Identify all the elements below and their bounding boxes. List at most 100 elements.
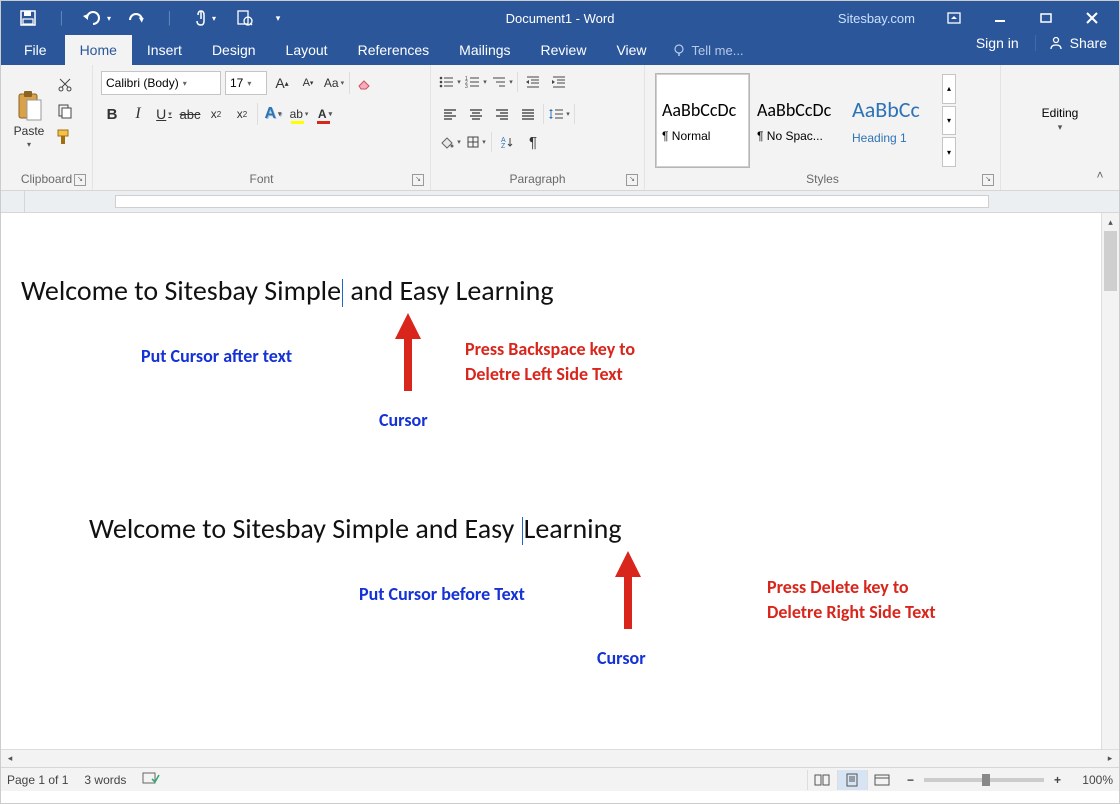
font-family-combo[interactable]: Calibri (Body)▾: [101, 71, 221, 95]
zoom-in-button[interactable]: +: [1050, 773, 1065, 787]
scroll-left-button[interactable]: ◂: [1, 753, 19, 764]
zoom-out-button[interactable]: −: [903, 773, 918, 787]
font-color-button[interactable]: A▾: [314, 103, 336, 125]
paragraph-dialog-launcher[interactable]: ↘: [626, 174, 638, 186]
horizontal-ruler[interactable]: [115, 195, 989, 208]
tab-references[interactable]: References: [343, 35, 445, 65]
align-right-button[interactable]: [491, 103, 513, 125]
borders-button[interactable]: ▾: [465, 131, 487, 153]
print-layout-button[interactable]: [837, 770, 867, 790]
align-left-button[interactable]: [439, 103, 461, 125]
text-effects-button[interactable]: A▾: [262, 103, 284, 125]
subscript-button[interactable]: x2: [205, 103, 227, 125]
print-preview-button[interactable]: [225, 4, 263, 32]
strikethrough-button[interactable]: abc: [179, 103, 201, 125]
zoom-slider-knob[interactable]: [982, 774, 990, 786]
tab-review[interactable]: Review: [526, 35, 602, 65]
share-button[interactable]: Share: [1035, 35, 1119, 51]
show-paragraph-marks-button[interactable]: ¶: [522, 131, 544, 153]
qat-separator: │: [49, 4, 75, 32]
increase-indent-button[interactable]: [548, 71, 570, 93]
multilevel-list-button[interactable]: ▾: [491, 71, 513, 93]
zoom-slider[interactable]: [924, 778, 1044, 782]
superscript-button[interactable]: x2: [231, 103, 253, 125]
lightbulb-icon: [672, 43, 686, 57]
collapse-ribbon-button[interactable]: ˄: [1087, 164, 1113, 186]
tab-home[interactable]: Home: [65, 35, 132, 65]
style-normal[interactable]: AaBbCcDc ¶ Normal: [655, 73, 750, 168]
cut-button[interactable]: [55, 75, 75, 95]
font-size-combo[interactable]: 17▾: [225, 71, 267, 95]
editing-menu[interactable]: Editing ▾: [1030, 69, 1090, 170]
font-group-label: Font: [249, 172, 273, 186]
tab-design[interactable]: Design: [197, 35, 271, 65]
ribbon: Paste ▾ Clipboard↘ Calibri (Body)▾ 17▾ A…: [1, 65, 1119, 191]
decrease-indent-button[interactable]: [522, 71, 544, 93]
styles-dialog-launcher[interactable]: ↘: [982, 174, 994, 186]
clipboard-dialog-launcher[interactable]: ↘: [74, 174, 86, 186]
tab-view[interactable]: View: [601, 35, 661, 65]
qat-dropdown[interactable]: ▾: [265, 4, 291, 32]
horizontal-scrollbar[interactable]: ◂ ▸: [1, 749, 1119, 767]
gallery-scroll-down[interactable]: ▾: [942, 106, 956, 136]
spell-check-icon[interactable]: [142, 771, 160, 788]
justify-button[interactable]: [517, 103, 539, 125]
change-case-button[interactable]: Aa▾: [323, 72, 345, 94]
highlight-button[interactable]: ab▾: [288, 103, 310, 125]
svg-text:3: 3: [465, 84, 468, 89]
svg-text:1: 1: [465, 76, 468, 82]
shrink-font-button[interactable]: A▾: [297, 72, 319, 94]
align-center-button[interactable]: [465, 103, 487, 125]
style-name: ¶ Normal: [662, 129, 743, 143]
close-button[interactable]: [1069, 2, 1115, 34]
tab-insert[interactable]: Insert: [132, 35, 197, 65]
paragraph-group-label: Paragraph: [509, 172, 565, 186]
numbering-button[interactable]: 123▾: [465, 71, 487, 93]
read-mode-button[interactable]: [807, 770, 837, 790]
word-count[interactable]: 3 words: [84, 773, 126, 787]
redo-button[interactable]: [117, 4, 155, 32]
tab-file[interactable]: File: [9, 35, 65, 65]
gallery-scroll-up[interactable]: ▴: [942, 74, 956, 104]
grow-font-button[interactable]: A▴: [271, 72, 293, 94]
sort-button[interactable]: AZ: [496, 131, 518, 153]
scroll-right-button[interactable]: ▸: [1101, 753, 1119, 764]
page-count[interactable]: Page 1 of 1: [7, 773, 68, 787]
document-canvas[interactable]: Welcome to Sitesbay Simple and Easy Lear…: [1, 213, 1101, 749]
tab-layout[interactable]: Layout: [271, 35, 343, 65]
annotation-put-cursor-before: Put Cursor before Text: [359, 583, 525, 605]
vertical-scrollbar[interactable]: ▴ ▾: [1101, 213, 1119, 767]
minimize-button[interactable]: [977, 2, 1023, 34]
zoom-controls: − + 100%: [903, 773, 1113, 787]
line-spacing-button[interactable]: ▾: [548, 103, 570, 125]
style-heading-1[interactable]: AaBbCc Heading 1: [845, 73, 940, 168]
maximize-button[interactable]: [1023, 2, 1069, 34]
font-dialog-launcher[interactable]: ↘: [412, 174, 424, 186]
tab-selector[interactable]: [1, 191, 25, 212]
paste-button[interactable]: Paste ▾: [7, 69, 51, 170]
format-painter-button[interactable]: [55, 127, 75, 147]
zoom-level[interactable]: 100%: [1071, 773, 1113, 787]
clear-formatting-button[interactable]: [354, 72, 376, 94]
ribbon-display-options-button[interactable]: [931, 2, 977, 34]
tab-mailings[interactable]: Mailings: [444, 35, 525, 65]
text-after-cursor-2: Learning: [524, 511, 622, 546]
save-button[interactable]: [9, 4, 47, 32]
style-name: Heading 1: [852, 131, 933, 145]
tell-me-search[interactable]: Tell me...: [662, 35, 754, 65]
italic-button[interactable]: I: [127, 103, 149, 125]
touch-mode-button[interactable]: ▾: [185, 4, 223, 32]
bold-button[interactable]: B: [101, 103, 123, 125]
style-no-spacing[interactable]: AaBbCcDc ¶ No Spac...: [750, 73, 845, 168]
bullets-button[interactable]: ▾: [439, 71, 461, 93]
shading-button[interactable]: ▾: [439, 131, 461, 153]
web-layout-button[interactable]: [867, 770, 897, 790]
sign-in-button[interactable]: Sign in: [960, 35, 1035, 51]
example-text-2: Welcome to Sitesbay Simple and Easy Lear…: [89, 511, 622, 546]
underline-button[interactable]: U▾: [153, 103, 175, 125]
undo-button[interactable]: ▾: [77, 4, 115, 32]
copy-button[interactable]: [55, 101, 75, 121]
vertical-scroll-thumb[interactable]: [1104, 231, 1117, 291]
gallery-expand[interactable]: ▾: [942, 137, 956, 167]
scroll-up-button[interactable]: ▴: [1102, 213, 1119, 231]
